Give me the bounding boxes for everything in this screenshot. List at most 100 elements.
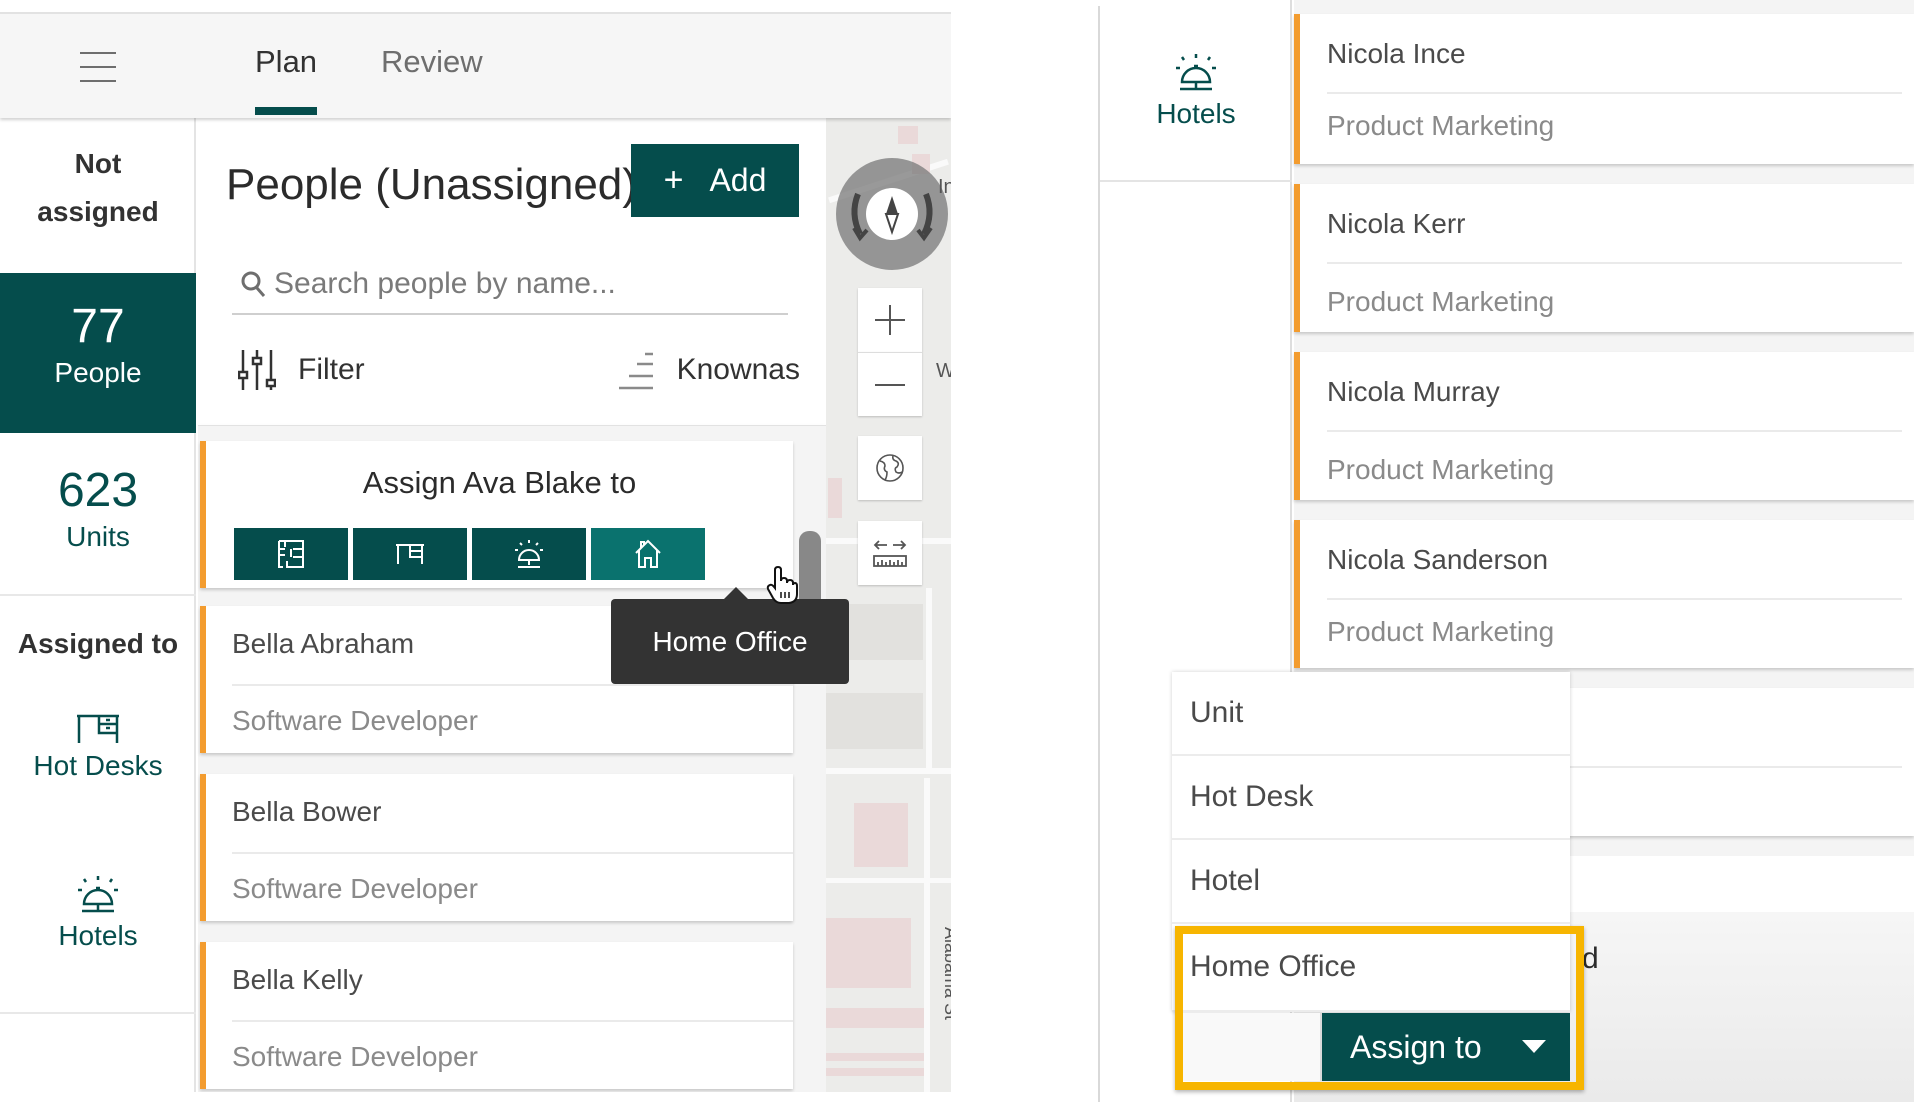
sort-icon [618, 352, 653, 390]
person-name: Bella Kelly [232, 964, 363, 995]
compass-needle-icon [884, 196, 900, 236]
dropdown-item-hotel[interactable]: Hotel [1172, 840, 1570, 924]
person-card[interactable]: Bella Kelly Software Developer [200, 942, 793, 1089]
divider [1327, 598, 1902, 600]
units-count: 623 [57, 464, 139, 517]
divider [1327, 262, 1902, 264]
map-building [828, 478, 842, 518]
not-assigned-line1: Not [74, 148, 122, 179]
people-count-tile[interactable]: 77 People [0, 273, 196, 433]
person-name: Bella Bower [232, 796, 382, 827]
divider [1327, 92, 1902, 94]
service-bell-icon [515, 540, 543, 568]
assign-person-card: Assign Ava Blake to [200, 441, 793, 588]
map-label: W [936, 360, 951, 382]
person-card[interactable]: Nicola Ince Product Marketing [1294, 14, 1914, 164]
person-card[interactable]: Nicola Kerr Product Marketing [1294, 184, 1914, 332]
panel-title: People (Unassigned) [226, 160, 637, 209]
map-building [826, 693, 923, 749]
map-label: In [938, 176, 951, 198]
search-input[interactable] [274, 267, 774, 301]
add-button-label: Add [709, 162, 767, 198]
search-icon [241, 271, 266, 297]
hamburger-menu-icon[interactable] [78, 50, 118, 84]
people-count: 77 [71, 300, 125, 353]
person-role: Product Marketing [1327, 616, 1555, 647]
dropdown-item-home-office[interactable]: Home Office [1172, 924, 1570, 1012]
hotels-tile[interactable]: Hotels [0, 874, 196, 952]
map-building [826, 1053, 924, 1061]
person-role: Software Developer [232, 873, 478, 904]
person-name: Bella Abraham [232, 628, 415, 659]
stats-sidebar: Not assigned 77 People 623 Units Assigne… [0, 118, 196, 1092]
person-name: Nicola Murray [1327, 376, 1500, 407]
filter-button[interactable]: Filter [238, 348, 365, 392]
person-card[interactable]: Nicola Murray Product Marketing [1294, 352, 1914, 500]
map-road [826, 878, 951, 883]
globe-icon [876, 454, 904, 482]
assign-button-spacer [1180, 1013, 1322, 1081]
search-field[interactable] [232, 255, 788, 315]
map-road [926, 588, 932, 768]
hot-desks-tile[interactable]: Hot Desks [0, 714, 196, 782]
not-assigned-heading: Not assigned [0, 140, 196, 236]
tab-review[interactable]: Review [381, 44, 483, 80]
assign-home-office-button[interactable] [591, 528, 705, 580]
filter-label: Filter [298, 353, 365, 386]
map-building [854, 803, 908, 867]
map-road [924, 778, 930, 1092]
zoom-out-button[interactable] [858, 352, 922, 416]
person-role: Product Marketing [1327, 110, 1555, 141]
sort-button[interactable]: Knownas [618, 350, 800, 390]
units-count-tile[interactable]: 623 Units [0, 433, 196, 596]
person-role: Product Marketing [1327, 454, 1555, 485]
divider [1327, 430, 1902, 432]
hotels-tile[interactable]: Hotels [1100, 52, 1292, 130]
caret-down-icon [1522, 1040, 1546, 1053]
people-list: Assign Ava Blake to Bella Abraham Softwa… [198, 426, 826, 1092]
divider [232, 684, 793, 686]
service-bell-icon [78, 876, 118, 913]
person-role: Product Marketing [1327, 286, 1555, 317]
divider [232, 1020, 793, 1022]
assign-hotel-button[interactable] [472, 528, 586, 580]
compass-rotate-control[interactable] [836, 158, 948, 270]
assign-card-title: Assign Ava Blake to [362, 465, 637, 500]
assign-to-dropdown-button[interactable]: Assign to [1322, 1013, 1570, 1081]
assign-hot-desk-button[interactable] [353, 528, 467, 580]
home-office-tooltip: Home Office [611, 587, 849, 684]
dropdown-item-hot-desk[interactable]: Hot Desk [1172, 756, 1570, 840]
minus-icon [875, 383, 905, 386]
compass-face [866, 188, 918, 240]
assign-to-dropdown-menu: Unit Hot Desk Hotel Home Office [1172, 672, 1570, 1012]
map-building [898, 126, 918, 144]
zoom-in-button[interactable] [858, 288, 922, 352]
map-building [826, 1068, 924, 1076]
divider [232, 852, 793, 854]
measure-button[interactable] [858, 521, 922, 585]
person-name: Nicola Ince [1327, 38, 1466, 69]
people-label: People [54, 357, 142, 388]
hot-desks-label: Hot Desks [33, 750, 163, 781]
dropdown-item-unit[interactable]: Unit [1172, 672, 1570, 756]
app-header: Plan Review [0, 12, 951, 118]
units-label: Units [66, 521, 130, 552]
person-name: Nicola Sanderson [1327, 544, 1549, 575]
hotels-label: Hotels [58, 920, 138, 951]
desk-icon [77, 714, 119, 743]
floor-plan-icon [278, 540, 304, 568]
tab-plan[interactable]: Plan [255, 44, 317, 80]
assign-to-label: Assign to [1350, 1028, 1482, 1065]
hand-cursor-icon [766, 565, 798, 610]
person-card[interactable]: Bella Bower Software Developer [200, 774, 793, 921]
basemap-button[interactable] [858, 436, 922, 500]
plus-icon: + [663, 161, 684, 199]
add-person-button[interactable]: + Add [631, 144, 799, 217]
not-assigned-line2: assigned [37, 196, 159, 227]
assign-unit-button[interactable] [234, 528, 348, 580]
plus-icon [875, 305, 905, 335]
filter-sliders-icon [238, 350, 276, 390]
person-card[interactable]: Nicola Sanderson Product Marketing [1294, 520, 1914, 668]
partial-text: d [1582, 942, 1599, 975]
person-name: Nicola Kerr [1327, 208, 1466, 239]
